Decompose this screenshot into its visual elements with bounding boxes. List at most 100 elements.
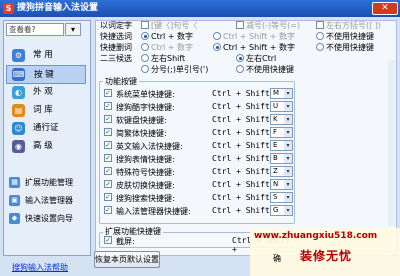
- option-text: 不使用快捷键: [326, 32, 374, 41]
- radio[interactable]: [141, 54, 149, 62]
- nav-item-appearance[interactable]: ◐ 外 观: [6, 83, 86, 102]
- radio[interactable]: [316, 43, 324, 51]
- shortcut-checkbox[interactable]: ✓: [104, 141, 112, 149]
- radio[interactable]: [213, 43, 221, 51]
- shortcut-checkbox[interactable]: ✓: [104, 180, 112, 188]
- wizard-icon: ◆: [9, 213, 20, 224]
- second-third-shift[interactable]: 左右Shift: [141, 54, 185, 64]
- option-text: [键〈]句号〈: [151, 21, 198, 30]
- shortcut-key-value: M: [273, 89, 280, 97]
- bracket-option-1[interactable]: [键〈]句号〈: [141, 21, 197, 31]
- search-input[interactable]: 查看看?: [6, 23, 64, 36]
- chevron-down-icon: ▾: [284, 154, 292, 163]
- shortcut-key-select[interactable]: U ▾: [270, 101, 293, 112]
- quick-delete-ctrl-shift[interactable]: Ctrl + Shift + 数字: [213, 43, 295, 53]
- tool-label: 扩展功能管理: [25, 178, 73, 187]
- quick-delete-none[interactable]: 不使用快捷键: [316, 43, 374, 53]
- scrollbar[interactable]: [388, 60, 395, 226]
- shortcut-row: ✓ 特殊符号快捷键: Ctrl + Shift + Z ▾: [104, 166, 294, 178]
- settings-icon: ⚙: [12, 49, 25, 62]
- chevron-down-icon: ▾: [284, 141, 292, 150]
- shortcut-key-select[interactable]: S ▾: [270, 192, 293, 203]
- checkbox[interactable]: [141, 21, 149, 29]
- shortcut-key-value: B: [273, 154, 278, 162]
- quick-select-ctrl-shift[interactable]: Ctrl + Shift + 数字: [213, 32, 295, 42]
- radio[interactable]: [213, 32, 221, 40]
- radio[interactable]: [236, 54, 244, 62]
- shortcut-name: 输入法管理器快捷键:: [116, 207, 191, 216]
- close-button[interactable]: ✕: [372, 2, 398, 15]
- shortcut-key-select[interactable]: B ▾: [270, 153, 293, 164]
- watermark-text: 装修无忧: [300, 249, 353, 263]
- bracket-option-3[interactable]: 左右方括号([ ]): [316, 21, 381, 31]
- shortcut-name: 系统菜单快捷键:: [116, 90, 175, 99]
- shortcut-row: ✓ 输入法管理器快捷键: Ctrl + Shift + G ▾: [104, 205, 294, 217]
- radio[interactable]: [141, 43, 149, 51]
- quick-select-none[interactable]: 不使用快捷键: [316, 32, 374, 42]
- quick-delete-ctrl[interactable]: Ctrl + 数字: [141, 43, 193, 53]
- option-text: Ctrl + 数字: [151, 43, 194, 52]
- shortcut-checkbox[interactable]: ✓: [104, 89, 112, 97]
- shortcut-checkbox[interactable]: ✓: [104, 115, 112, 123]
- nav-label: 按 键: [34, 70, 54, 80]
- checkbox[interactable]: [316, 21, 324, 29]
- extension-manager-button[interactable]: ▦ 扩展功能管理: [6, 174, 88, 191]
- shortcut-row: ✓ 英文输入法快捷键: Ctrl + Shift + E ▾: [104, 140, 294, 152]
- setup-wizard-button[interactable]: ◆ 快速设置向导: [6, 210, 88, 227]
- second-third-label: 二三候选: [100, 54, 132, 63]
- bracket-option-2[interactable]: 减号(-)等号(=): [236, 21, 300, 31]
- nav-item-common[interactable]: ⚙ 常 用: [6, 46, 86, 65]
- nav-label: 词 库: [33, 105, 53, 115]
- keyboard-icon: ⌨: [12, 68, 25, 81]
- shortcut-key-select[interactable]: K ▾: [270, 114, 293, 125]
- nav-item-dictionary[interactable]: ▤ 词 库: [6, 101, 86, 120]
- title-bar: 搜狗拼音输入法设置: [0, 0, 400, 17]
- shortcut-key-select[interactable]: M ▾: [270, 88, 293, 99]
- radio[interactable]: [316, 32, 324, 40]
- shortcut-row: ✓ 搜狗搜索快捷键: Ctrl + Shift + S ▾: [104, 192, 294, 204]
- quick-select-ctrl[interactable]: Ctrl + 数字: [141, 32, 193, 42]
- shortcut-checkbox[interactable]: ✓: [104, 206, 112, 214]
- shortcut-key-value: K: [273, 115, 278, 123]
- shortcut-checkbox[interactable]: ✓: [104, 167, 112, 175]
- ime-manager-icon: ▣: [9, 195, 20, 206]
- nav-item-passport[interactable]: ☺ 通行证: [6, 119, 86, 138]
- nav-item-keys[interactable]: ⌨ 按 键: [6, 65, 86, 84]
- shortcut-checkbox[interactable]: ✓: [104, 128, 112, 136]
- radio[interactable]: [141, 65, 149, 73]
- shortcut-checkbox[interactable]: ✓: [104, 102, 112, 110]
- option-text: 左右Ctrl: [246, 54, 277, 63]
- ime-manager-button[interactable]: ▣ 输入法管理器: [6, 192, 88, 209]
- screenshot-checkbox[interactable]: ✓: [104, 236, 112, 244]
- second-third-semicolon[interactable]: 分号(;)单引号('): [141, 65, 208, 75]
- radio[interactable]: [141, 32, 149, 40]
- nav-item-advanced[interactable]: ◉ 高 级: [6, 137, 86, 156]
- help-link[interactable]: 搜狗输入法帮助: [12, 262, 68, 273]
- search-dropdown-button[interactable]: ▾: [65, 23, 81, 36]
- checkbox[interactable]: [236, 21, 244, 29]
- shortcut-name: 简繁体快捷键:: [116, 129, 167, 138]
- shortcut-checkbox[interactable]: ✓: [104, 154, 112, 162]
- shortcut-checkbox[interactable]: ✓: [104, 193, 112, 201]
- second-third-ctrl[interactable]: 左右Ctrl: [236, 54, 276, 64]
- restore-defaults-button[interactable]: 恢复本页默认设置: [94, 251, 160, 268]
- shortcut-name: 搜狗表情快捷键:: [116, 155, 175, 164]
- radio[interactable]: [236, 65, 244, 73]
- chevron-down-icon: ▾: [284, 128, 292, 137]
- shortcut-key-select[interactable]: Z ▾: [270, 166, 293, 177]
- shortcut-name: 软键盘快捷键:: [116, 116, 167, 125]
- shortcut-key-select[interactable]: N ▾: [270, 179, 293, 190]
- shortcut-key-select[interactable]: G ▾: [270, 205, 293, 216]
- ok-button[interactable]: 确: [262, 251, 292, 268]
- shortcut-row: ✓ 软键盘快捷键: Ctrl + Shift + K ▾: [104, 114, 294, 126]
- shortcut-name: 皮肤切换快捷键:: [116, 181, 175, 190]
- option-text: 不使用快捷键: [246, 65, 294, 74]
- shortcut-key-select[interactable]: E ▾: [270, 140, 293, 151]
- option-text: Ctrl + Shift + 数字: [223, 43, 295, 52]
- option-text: 不使用快捷键: [326, 43, 374, 52]
- second-third-none[interactable]: 不使用快捷键: [236, 65, 294, 75]
- shortcut-name: 特殊符号快捷键:: [116, 168, 175, 177]
- chevron-down-icon: ▾: [284, 167, 292, 176]
- appearance-icon: ◐: [12, 86, 25, 99]
- shortcut-key-select[interactable]: F ▾: [270, 127, 293, 138]
